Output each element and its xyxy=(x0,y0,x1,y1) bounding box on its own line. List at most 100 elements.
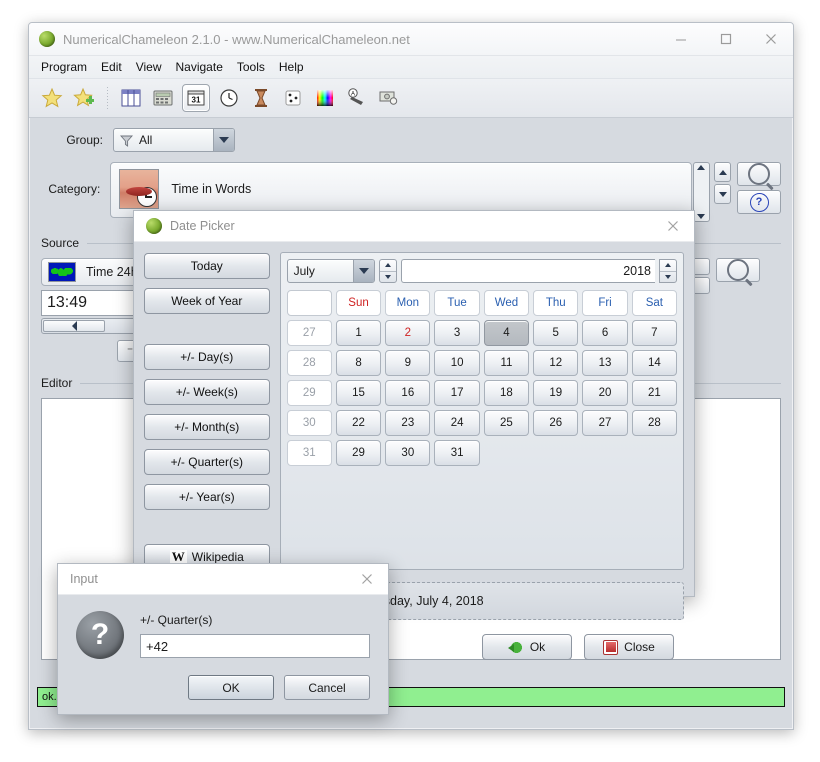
calendar-day-cell[interactable]: 3 xyxy=(434,320,480,346)
text-to-speech-icon[interactable]: A xyxy=(344,85,370,111)
close-button[interactable]: Close xyxy=(584,634,674,660)
calendar-day-cell[interactable]: 7 xyxy=(631,320,677,346)
month-spinner[interactable] xyxy=(378,259,397,283)
plus-minus-years-button[interactable]: +/- Year(s) xyxy=(144,484,270,510)
category-search-button[interactable] xyxy=(737,162,782,186)
calendar-day-cell[interactable]: 2 xyxy=(385,320,431,346)
calendar-day-cell[interactable]: 25 xyxy=(483,410,530,436)
calendar-header: July 2018 xyxy=(286,259,677,283)
calendar-weekday-header: Thu xyxy=(533,290,579,316)
add-favorite-star-icon[interactable] xyxy=(71,85,97,111)
month-combo-arrow[interactable] xyxy=(352,260,374,282)
calendar-day-cell[interactable]: 27 xyxy=(582,410,628,436)
year-value: 2018 xyxy=(623,264,651,278)
money-icon[interactable] xyxy=(376,85,402,111)
calendar-day-cell[interactable]: 13 xyxy=(582,350,628,376)
month-spinner-up[interactable] xyxy=(379,260,396,272)
calendar-empty-cell xyxy=(484,440,529,464)
hourglass-icon[interactable] xyxy=(248,85,274,111)
input-value-field[interactable]: +42 xyxy=(140,634,370,658)
calendar-day-cell[interactable]: 29 xyxy=(335,440,382,466)
table-icon[interactable] xyxy=(118,85,144,111)
calendar-day-cell[interactable]: 4 xyxy=(483,320,530,346)
calendar-day-cell[interactable]: 28 xyxy=(631,410,677,436)
menu-item-navigate[interactable]: Navigate xyxy=(176,60,223,74)
calendar-day-cell[interactable]: 14 xyxy=(631,350,677,376)
menu-item-edit[interactable]: Edit xyxy=(101,60,122,74)
month-combo[interactable]: July xyxy=(286,259,375,283)
calendar-day-cell[interactable]: 11 xyxy=(483,350,530,376)
menu-item-tools[interactable]: Tools xyxy=(237,60,265,74)
today-button[interactable]: Today xyxy=(144,253,270,279)
calendar-week-number[interactable]: 28 xyxy=(286,350,332,376)
calendar-week-number[interactable]: 31 xyxy=(286,440,332,466)
close-square-icon xyxy=(603,639,619,655)
calendar-day-cell[interactable]: 6 xyxy=(582,320,628,346)
calendar-week-number[interactable]: 30 xyxy=(286,410,332,436)
input-cancel-button[interactable]: Cancel xyxy=(284,675,370,700)
year-spinner[interactable] xyxy=(659,259,677,283)
group-row: Group: All xyxy=(41,128,781,152)
calendar-day-cell[interactable]: 1 xyxy=(335,320,382,346)
calendar-week-number[interactable]: 29 xyxy=(286,380,332,406)
calendar-day-cell[interactable]: 5 xyxy=(533,320,579,346)
wikipedia-icon: W xyxy=(169,549,187,564)
calendar-day-cell[interactable]: 16 xyxy=(385,380,431,406)
calendar-day-cell[interactable]: 31 xyxy=(434,440,480,466)
plus-minus-days-button[interactable]: +/- Day(s) xyxy=(144,344,270,370)
year-field[interactable]: 2018 xyxy=(400,259,655,283)
ok-button[interactable]: Ok xyxy=(482,634,572,660)
calendar-day-cell[interactable]: 18 xyxy=(483,380,530,406)
category-scrollbar[interactable] xyxy=(692,162,711,222)
calendar-day-cell[interactable]: 22 xyxy=(335,410,382,436)
close-icon[interactable] xyxy=(658,211,688,241)
close-icon[interactable] xyxy=(748,23,793,55)
calendar-day-cell[interactable]: 20 xyxy=(582,380,628,406)
calendar-day-cell[interactable]: 8 xyxy=(335,350,382,376)
menu-item-help[interactable]: Help xyxy=(279,60,304,74)
plus-minus-months-button[interactable]: +/- Month(s) xyxy=(144,414,270,440)
minimize-icon[interactable] xyxy=(658,23,703,55)
week-of-year-button[interactable]: Week of Year xyxy=(144,288,270,314)
maximize-icon[interactable] xyxy=(703,23,748,55)
calendar-day-cell[interactable]: 12 xyxy=(533,350,579,376)
year-spinner-up[interactable] xyxy=(660,260,676,272)
date-picker-title: Date Picker xyxy=(170,219,235,233)
dice-icon[interactable] xyxy=(280,85,306,111)
plus-minus-weeks-button[interactable]: +/- Week(s) xyxy=(144,379,270,405)
close-icon[interactable] xyxy=(352,564,382,594)
month-spinner-down[interactable] xyxy=(380,272,396,283)
menu-item-program[interactable]: Program xyxy=(41,60,87,74)
category-step-up-button[interactable] xyxy=(714,162,732,182)
calendar-day-cell[interactable]: 9 xyxy=(385,350,431,376)
color-palette-icon[interactable] xyxy=(312,85,338,111)
menu-item-view[interactable]: View xyxy=(136,60,162,74)
favorites-star-icon[interactable] xyxy=(39,85,65,111)
group-combo[interactable]: All xyxy=(113,128,235,152)
calendar-day-cell[interactable]: 19 xyxy=(533,380,579,406)
calendar-day-cell[interactable]: 26 xyxy=(533,410,579,436)
calendar-icon[interactable]: 31 xyxy=(182,84,210,112)
year-spinner-down[interactable] xyxy=(660,272,676,283)
calendar-day-cell[interactable]: 15 xyxy=(335,380,382,406)
calendar-grid: Sun Mon Tue Wed Thu Fri Sat 27 1 2 3 4 5 6 7 28 8 9 10 11 12… xyxy=(286,290,677,466)
plus-minus-quarters-button[interactable]: +/- Quarter(s) xyxy=(144,449,270,475)
calculator-icon[interactable] xyxy=(150,85,176,111)
menu-bar: Program Edit View Navigate Tools Help xyxy=(29,56,793,79)
date-picker-dialog: Date Picker Today Week of Year +/- Day(s… xyxy=(133,210,695,660)
source-search-button[interactable] xyxy=(716,258,760,282)
category-stepper xyxy=(714,162,732,204)
calendar-day-cell[interactable]: 17 xyxy=(434,380,480,406)
calendar-day-cell[interactable]: 10 xyxy=(434,350,480,376)
input-ok-button[interactable]: OK xyxy=(188,675,274,700)
calendar-day-cell[interactable]: 21 xyxy=(631,380,677,406)
clock-icon[interactable] xyxy=(216,85,242,111)
calendar-day-cell[interactable]: 30 xyxy=(385,440,431,466)
category-help-button[interactable]: ? xyxy=(737,190,782,214)
group-combo-arrow[interactable] xyxy=(213,129,234,151)
calendar-day-cell[interactable]: 24 xyxy=(434,410,480,436)
category-list-item[interactable]: Time in Words xyxy=(111,163,690,215)
calendar-week-number[interactable]: 27 xyxy=(286,320,332,346)
calendar-day-cell[interactable]: 23 xyxy=(385,410,431,436)
category-step-down-button[interactable] xyxy=(714,184,732,204)
